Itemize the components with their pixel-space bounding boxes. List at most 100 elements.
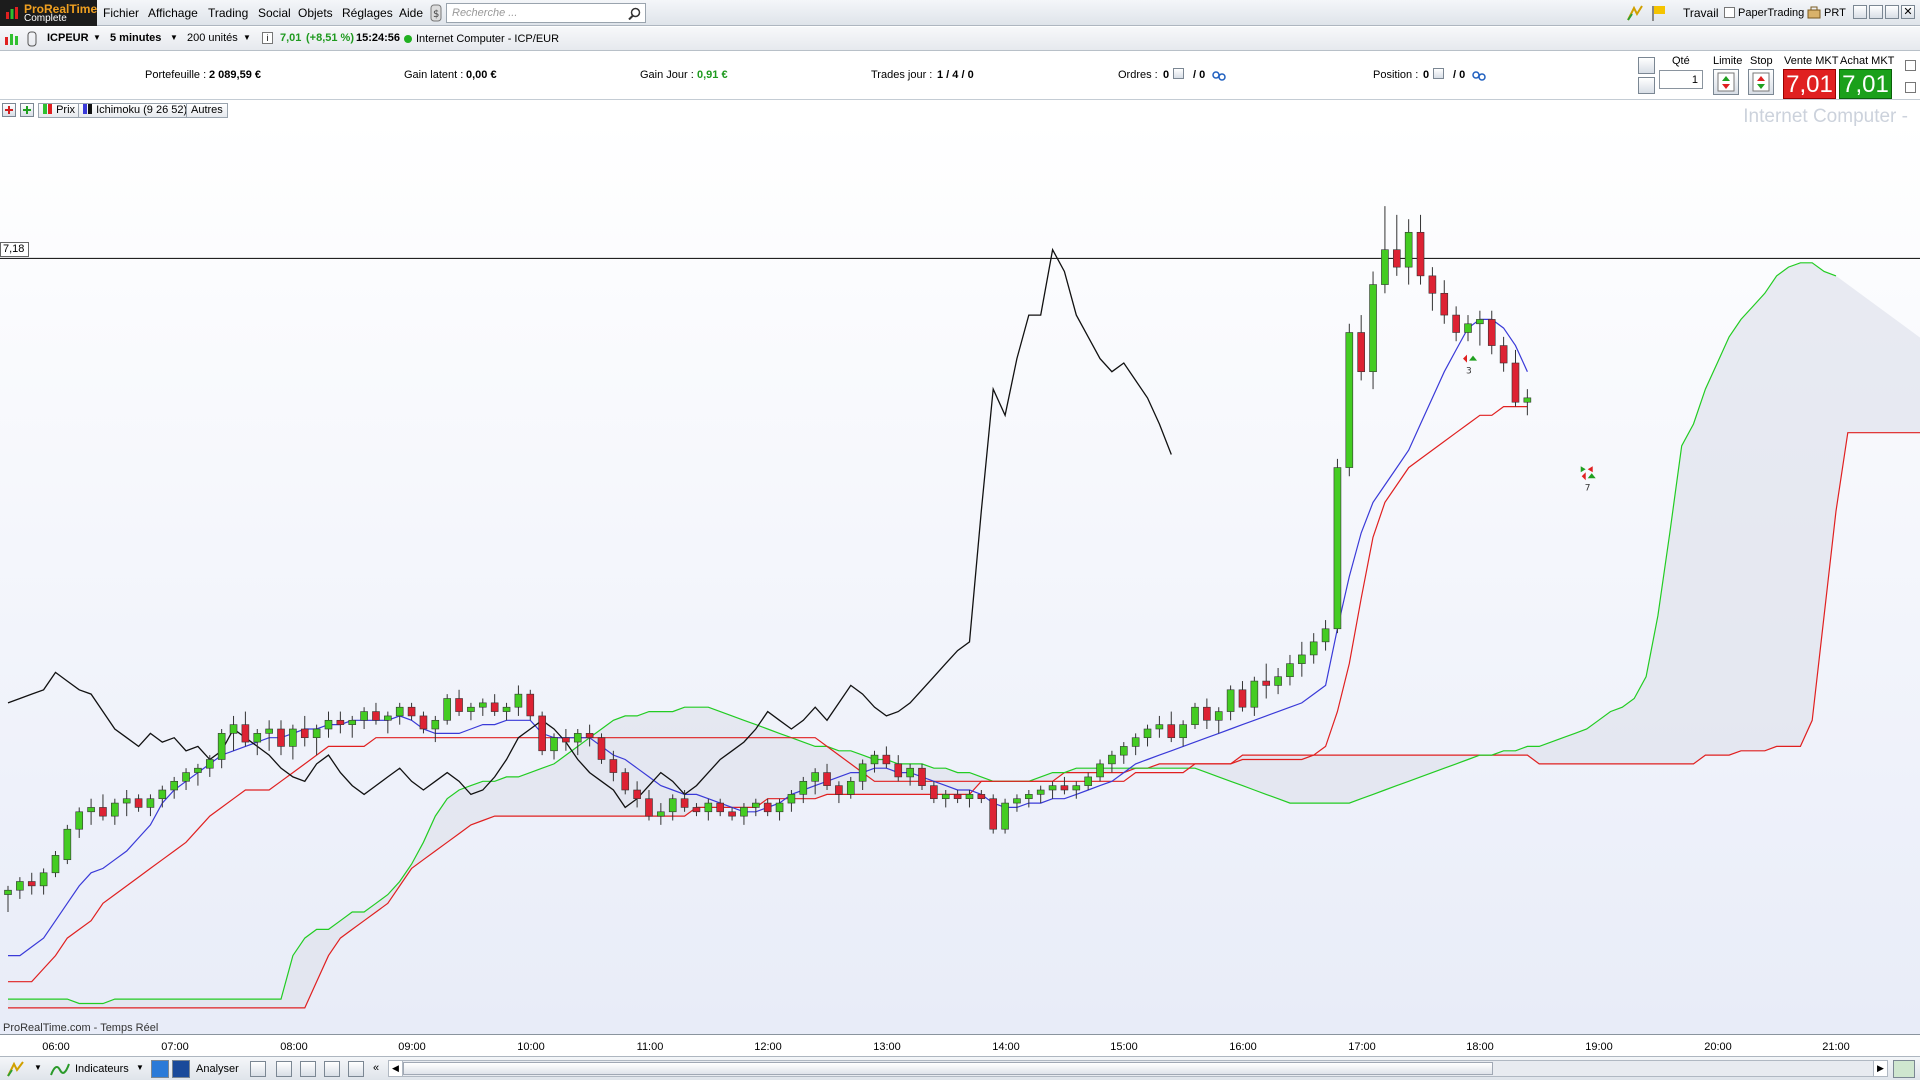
position-settings-icon[interactable] — [1472, 69, 1486, 81]
bullish-candle — [170, 780, 178, 791]
horizontal-scrollbar[interactable]: ◀ ▶ — [388, 1060, 1888, 1077]
stock-search-icon[interactable]: $ — [430, 4, 442, 22]
bearish-candle — [763, 802, 772, 813]
keyboard-icon[interactable] — [1638, 77, 1655, 94]
bearish-candle — [1262, 680, 1271, 686]
info-icon[interactable]: i — [262, 32, 273, 44]
bearish-candle — [562, 737, 570, 743]
bullish-candle — [1096, 763, 1104, 778]
stop-order-button[interactable] — [1748, 69, 1774, 95]
option-checkbox-1[interactable] — [1905, 60, 1916, 71]
sync-icon[interactable] — [348, 1061, 364, 1077]
app-logo[interactable]: ProRealTime Complete — [0, 0, 97, 26]
papertrading-checkbox[interactable] — [1724, 7, 1735, 18]
alert-flag-icon[interactable] — [1651, 4, 1667, 22]
indicators-button[interactable]: Indicateurs — [75, 1063, 129, 1075]
bullish-candle — [289, 728, 297, 747]
orders-settings-icon[interactable] — [1212, 69, 1226, 81]
tab-autres[interactable]: Autres — [186, 103, 228, 118]
multi-window-icon[interactable] — [324, 1061, 340, 1077]
close-icon[interactable]: ✕ — [1901, 5, 1915, 19]
workspace-button[interactable]: Travail — [1683, 6, 1719, 20]
chevron-down-icon[interactable]: ▼ — [243, 33, 251, 42]
symbol-selector[interactable]: ICPEUR — [47, 32, 89, 44]
drawing-tool-icon[interactable] — [6, 1060, 26, 1078]
autoscroll-icon[interactable] — [1893, 1060, 1915, 1078]
orders-list-icon[interactable] — [1173, 68, 1184, 79]
analyze-icon[interactable] — [172, 1060, 190, 1078]
buy-mkt-button[interactable]: 7,01 — [1839, 69, 1892, 99]
menu-fichier[interactable]: Fichier — [103, 6, 139, 20]
scroll-right-icon[interactable]: ▶ — [1873, 1061, 1887, 1076]
position-value-2: / 0 — [1453, 69, 1466, 81]
bullish-candle — [1369, 284, 1377, 373]
bearish-candle — [277, 728, 285, 747]
bearish-candle — [918, 767, 926, 786]
menu-affichage[interactable]: Affichage — [148, 6, 198, 20]
tab-ichimoku[interactable]: Ichimoku (9 26 52) — [78, 103, 193, 118]
prt-account-label[interactable]: PRT — [1824, 7, 1846, 19]
time-axis[interactable]: 06:00 07:00 08:00 09:00 10:00 11:00 12:0… — [0, 1034, 1920, 1056]
analyze-button[interactable]: Analyser — [196, 1063, 239, 1075]
timeframe-selector[interactable]: 5 minutes — [110, 32, 161, 44]
bullish-candle — [1286, 663, 1294, 678]
chart-type-icon[interactable] — [4, 32, 20, 46]
x-tick: 10:00 — [517, 1041, 545, 1053]
limit-order-button[interactable] — [1713, 69, 1739, 95]
ichimoku-tab-icon — [83, 104, 92, 114]
entry-marker — [1580, 466, 1586, 473]
bearish-candle — [953, 794, 962, 800]
tab-prix[interactable]: Prix — [38, 103, 81, 118]
probuilder-icon[interactable] — [300, 1061, 316, 1077]
link-icon[interactable] — [26, 31, 38, 47]
search-input[interactable]: Recherche ... — [452, 7, 517, 19]
restore-window-icon[interactable] — [1853, 5, 1867, 19]
add-chart-icon[interactable] — [20, 103, 34, 117]
hline-price-label[interactable]: 7,18 — [0, 242, 29, 257]
wrench-icon[interactable] — [1638, 57, 1655, 74]
x-tick: 12:00 — [754, 1041, 782, 1053]
chevron-down-icon[interactable]: ▼ — [93, 33, 101, 42]
bullish-candle — [1119, 746, 1128, 756]
menu-trading[interactable]: Trading — [208, 6, 248, 20]
bearish-candle — [728, 811, 736, 817]
chevron-down-icon[interactable]: ▼ — [34, 1063, 42, 1072]
bullish-candle — [668, 798, 677, 813]
share-icon[interactable] — [151, 1060, 169, 1078]
search-icon[interactable] — [628, 7, 641, 20]
bullish-candle — [502, 706, 511, 712]
tile-windows-icon[interactable] — [1869, 5, 1883, 19]
units-selector[interactable]: 200 unités — [187, 32, 238, 44]
maximize-icon[interactable] — [1885, 5, 1899, 19]
scroll-start-icon[interactable]: « — [373, 1062, 379, 1074]
menu-social[interactable]: Social — [258, 6, 291, 20]
chart-canvas[interactable]: 37 — [0, 119, 1920, 1034]
search-box[interactable]: Recherche ... — [446, 3, 646, 23]
instrument-toolbar: ICPEUR ▼ 5 minutes ▼ 200 unités ▼ i 7,01… — [0, 27, 1920, 51]
chevron-down-icon[interactable]: ▼ — [170, 33, 178, 42]
backtest-icon[interactable] — [276, 1061, 292, 1077]
scroll-left-icon[interactable]: ◀ — [389, 1061, 403, 1076]
bearish-candle — [882, 754, 891, 765]
bullish-candle — [704, 802, 713, 813]
sell-mkt-button[interactable]: 7,01 — [1783, 69, 1836, 99]
x-tick: 18:00 — [1466, 1041, 1494, 1053]
position-list-icon[interactable] — [1433, 68, 1444, 79]
screener-icon[interactable] — [250, 1061, 266, 1077]
bullish-candle — [906, 767, 914, 778]
bearish-candle — [585, 733, 594, 739]
price-chart[interactable]: 37 Internet Computer - ProRealTime.com -… — [0, 106, 1920, 1034]
drawing-tool-icon[interactable] — [1626, 4, 1644, 22]
scrollbar-thumb[interactable] — [403, 1062, 1493, 1075]
bullish-candle — [657, 811, 665, 817]
account-icon[interactable] — [1807, 6, 1821, 19]
menu-objets[interactable]: Objets — [298, 6, 333, 20]
qty-input[interactable]: 1 — [1659, 70, 1703, 89]
option-checkbox-2[interactable] — [1905, 82, 1916, 93]
menu-reglages[interactable]: Réglages — [342, 6, 393, 20]
stop-label: Stop — [1750, 55, 1773, 67]
add-indicator-icon[interactable] — [2, 103, 16, 117]
indicators-icon[interactable] — [50, 1060, 70, 1078]
chevron-down-icon[interactable]: ▼ — [136, 1063, 144, 1072]
menu-aide[interactable]: Aide — [399, 6, 423, 20]
